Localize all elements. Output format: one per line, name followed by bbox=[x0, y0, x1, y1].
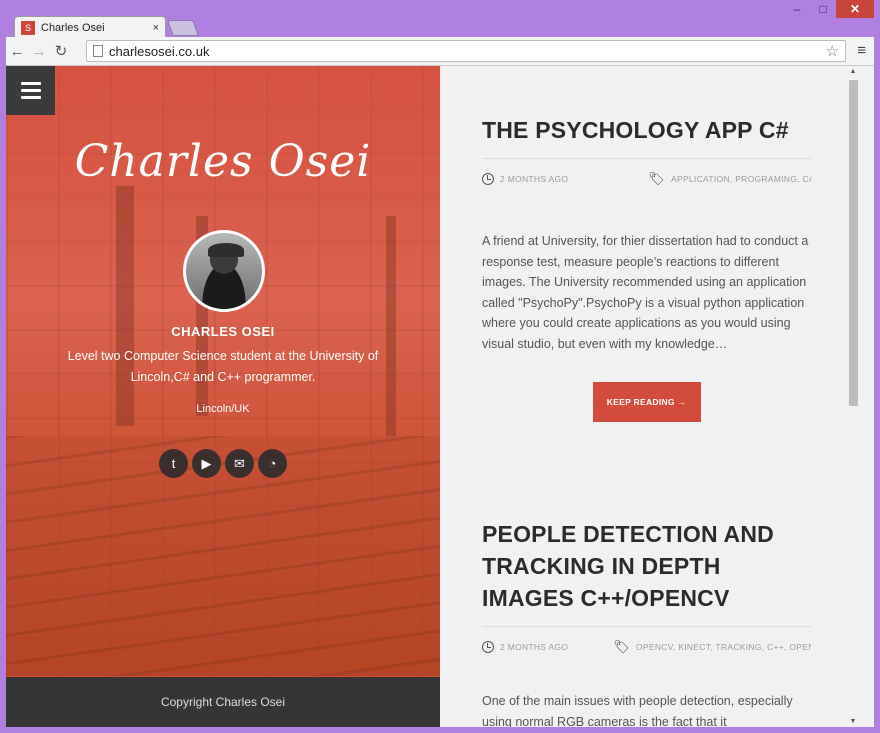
address-bar[interactable]: charlesosei.co.uk ☆ bbox=[86, 40, 846, 62]
tag-icon: 🏷 bbox=[613, 639, 630, 654]
reload-icon[interactable]: ↻ bbox=[50, 42, 72, 60]
url-text[interactable]: charlesosei.co.uk bbox=[109, 44, 826, 59]
bookmark-star-icon[interactable]: ☆ bbox=[826, 42, 839, 60]
browser-menu-icon[interactable]: ≡ bbox=[857, 42, 866, 59]
browser-window: – □ ✕ S Charles Osei × ← → ↻ charlesosei… bbox=[0, 0, 880, 733]
page-icon bbox=[93, 45, 103, 57]
back-arrow-icon[interactable]: ← bbox=[6, 43, 28, 60]
tag-icon: 🏷 bbox=[648, 171, 665, 186]
author-bio: Level two Computer Science student at th… bbox=[67, 349, 379, 384]
sidebar-hero: Charles Osei CHARLES OSEI Level two Comp… bbox=[6, 66, 440, 727]
sidebar-footer: Copyright Charles Osei bbox=[6, 677, 440, 727]
favicon-icon: S bbox=[21, 20, 35, 35]
avatar bbox=[183, 230, 265, 312]
close-window-button[interactable]: ✕ bbox=[836, 0, 874, 18]
maximize-button[interactable]: □ bbox=[810, 0, 836, 18]
browser-toolbar: ← → ↻ charlesosei.co.uk ☆ ≡ bbox=[6, 37, 874, 66]
post-item: PEOPLE DETECTION AND TRACKING IN DEPTH I… bbox=[482, 518, 811, 727]
tab-close-icon[interactable]: × bbox=[153, 22, 159, 34]
background-pillar bbox=[116, 186, 134, 426]
clock-icon bbox=[482, 641, 494, 653]
youtube-icon[interactable]: ▶ bbox=[192, 449, 221, 478]
post-excerpt: A friend at University, for thier disser… bbox=[482, 234, 809, 351]
tab-title: Charles Osei bbox=[41, 21, 105, 34]
email-icon[interactable]: ✉ bbox=[225, 449, 254, 478]
post-tags[interactable]: APPLICATION, PROGRAMING, C# bbox=[671, 174, 811, 184]
post-time: 2 MONTHS AGO bbox=[500, 642, 569, 652]
window-controls: – □ ✕ bbox=[784, 0, 874, 20]
hamburger-menu-icon[interactable] bbox=[6, 66, 55, 115]
page-viewport: Charles Osei CHARLES OSEI Level two Comp… bbox=[6, 66, 874, 727]
site-title[interactable]: Charles Osei bbox=[6, 136, 440, 187]
author-name: CHARLES OSEI bbox=[171, 324, 275, 339]
minimize-button[interactable]: – bbox=[784, 0, 810, 18]
post-tags[interactable]: OPENCV, KINECT, TRACKING, C++, OPENNI bbox=[636, 642, 811, 652]
post-meta: 2 MONTHS AGO 🏷 OPENCV, KINECT, TRACKING,… bbox=[482, 626, 811, 655]
forward-arrow-icon[interactable]: → bbox=[28, 43, 50, 60]
author-location: Lincoln/UK bbox=[196, 403, 250, 415]
keep-reading-button[interactable]: KEEP READING → bbox=[592, 382, 701, 422]
rss-icon[interactable]: ◔ bbox=[258, 449, 287, 478]
twitter-icon[interactable]: t bbox=[159, 449, 188, 478]
post-title[interactable]: PEOPLE DETECTION AND TRACKING IN DEPTH I… bbox=[482, 518, 811, 614]
post-excerpt: One of the main issues with people detec… bbox=[482, 694, 793, 727]
scroll-up-icon[interactable]: ▲ bbox=[846, 68, 860, 75]
clock-icon bbox=[482, 173, 494, 185]
scrollbar[interactable]: ▲ ▼ bbox=[846, 66, 860, 727]
post-time: 2 MONTHS AGO bbox=[500, 174, 569, 184]
scrollbar-thumb[interactable] bbox=[849, 80, 858, 406]
social-links: t ▶ ✉ ◔ bbox=[159, 449, 287, 478]
post-meta: 2 MONTHS AGO 🏷 APPLICATION, PROGRAMING, … bbox=[482, 158, 811, 187]
scroll-down-icon[interactable]: ▼ bbox=[846, 718, 860, 725]
browser-tab[interactable]: S Charles Osei × bbox=[14, 16, 166, 38]
new-tab-button[interactable] bbox=[167, 20, 199, 36]
post-item: THE PSYCHOLOGY APP C# 2 MONTHS AGO 🏷 APP… bbox=[482, 114, 811, 422]
post-title[interactable]: THE PSYCHOLOGY APP C# bbox=[482, 114, 811, 146]
posts-column: THE PSYCHOLOGY APP C# 2 MONTHS AGO 🏷 APP… bbox=[440, 66, 860, 727]
